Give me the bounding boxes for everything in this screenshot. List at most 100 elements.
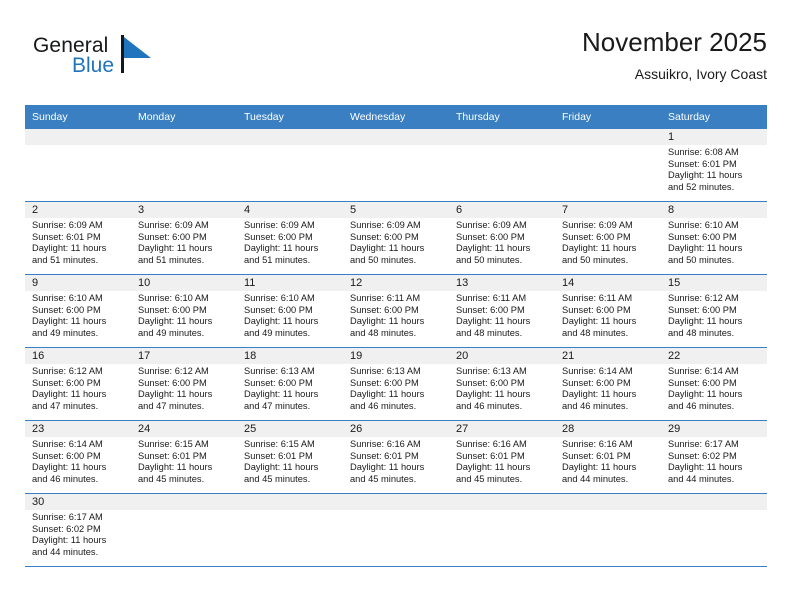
daylight-text-line2: and 46 minutes. [456, 400, 523, 411]
sunrise-text: Sunrise: 6:16 AM [456, 439, 527, 449]
daylight-text-line2: and 50 minutes. [668, 254, 735, 265]
day-number: 23 [25, 421, 131, 437]
cell-inner: 4 Sunrise: 6:09 AM Sunset: 6:00 PM Daylight… [237, 202, 343, 274]
daylight-text-line2: and 48 minutes. [456, 327, 523, 338]
sunrise-text: Sunrise: 6:15 AM [138, 439, 209, 449]
daylight-text-line2: and 51 minutes. [244, 254, 311, 265]
sunrise-text: Sunrise: 6:09 AM [138, 220, 209, 230]
calendar-day-cell[interactable]: 20 Sunrise: 6:13 AM Sunset: 6:00 PM Dayligh… [449, 347, 555, 421]
calendar-day-cell[interactable]: 19 Sunrise: 6:13 AM Sunset: 6:00 PM Dayligh… [343, 347, 449, 421]
cell-inner: 24 Sunrise: 6:15 AM Sunset: 6:01 PM Dayligh… [131, 421, 237, 493]
sunset-text: Sunset: 6:01 PM [244, 450, 313, 461]
cell-inner [237, 494, 343, 566]
cell-inner: 13 Sunrise: 6:11 AM Sunset: 6:00 PM Dayligh… [449, 275, 555, 347]
day-number: 24 [131, 421, 237, 437]
cell-inner [131, 129, 237, 201]
daylight-text-line1: Daylight: 11 hours [244, 243, 319, 254]
daylight-text-line1: Daylight: 11 hours [138, 462, 213, 473]
calendar-day-cell[interactable]: 6 Sunrise: 6:09 AM Sunset: 6:00 PM Daylight… [449, 201, 555, 275]
calendar-day-cell[interactable]: 18 Sunrise: 6:13 AM Sunset: 6:00 PM Dayligh… [237, 347, 343, 421]
calendar-day-cell[interactable]: 28 Sunrise: 6:16 AM Sunset: 6:01 PM Dayligh… [555, 420, 661, 494]
daylight-text-line2: and 50 minutes. [456, 254, 523, 265]
daylight-text-line1: Daylight: 11 hours [138, 316, 213, 327]
calendar-day-cell[interactable]: 5 Sunrise: 6:09 AM Sunset: 6:00 PM Daylight… [343, 201, 449, 275]
daylight-text-line2: and 47 minutes. [32, 400, 99, 411]
sunrise-text: Sunrise: 6:12 AM [32, 366, 103, 376]
sunset-text: Sunset: 6:00 PM [138, 377, 207, 388]
weekday-header-saturday: Saturday [661, 105, 767, 129]
calendar-day-cell[interactable]: 3 Sunrise: 6:09 AM Sunset: 6:00 PM Daylight… [131, 201, 237, 275]
day-details: Sunrise: 6:17 AM Sunset: 6:02 PM Daylight:… [661, 437, 767, 485]
page-subtitle: Assuikro, Ivory Coast [634, 66, 767, 82]
calendar-header-row: Sunday Monday Tuesday Wednesday Thursday Frid… [25, 105, 767, 129]
daylight-text-line2: and 49 minutes. [244, 327, 311, 338]
calendar-day-cell[interactable]: 9 Sunrise: 6:10 AM Sunset: 6:00 PM Daylight… [25, 274, 131, 348]
calendar-day-cell[interactable]: 29 Sunrise: 6:17 AM Sunset: 6:02 PM Dayligh… [661, 420, 767, 494]
calendar-cell-empty [449, 129, 555, 202]
sunset-text: Sunset: 6:00 PM [456, 231, 525, 242]
daylight-text-line1: Daylight: 11 hours [350, 243, 425, 254]
daylight-text-line2: and 51 minutes. [138, 254, 205, 265]
cell-inner: 22 Sunrise: 6:14 AM Sunset: 6:00 PM Dayligh… [661, 348, 767, 420]
calendar-day-cell[interactable]: 14 Sunrise: 6:11 AM Sunset: 6:00 PM Dayligh… [555, 274, 661, 348]
cell-inner: 30 Sunrise: 6:17 AM Sunset: 6:02 PM Dayligh… [25, 494, 131, 566]
calendar-day-cell[interactable]: 25 Sunrise: 6:15 AM Sunset: 6:01 PM Dayligh… [237, 420, 343, 494]
calendar-day-cell[interactable]: 16 Sunrise: 6:12 AM Sunset: 6:00 PM Dayligh… [25, 347, 131, 421]
daylight-text-line2: and 48 minutes. [562, 327, 629, 338]
calendar-day-cell[interactable]: 27 Sunrise: 6:16 AM Sunset: 6:01 PM Dayligh… [449, 420, 555, 494]
day-number: 29 [661, 421, 767, 437]
daylight-text-line2: and 49 minutes. [138, 327, 205, 338]
day-number [449, 494, 555, 510]
day-details: Sunrise: 6:14 AM Sunset: 6:00 PM Daylight:… [555, 364, 661, 412]
cell-inner: 8 Sunrise: 6:10 AM Sunset: 6:00 PM Daylight… [661, 202, 767, 274]
calendar-day-cell[interactable]: 23 Sunrise: 6:14 AM Sunset: 6:00 PM Dayligh… [25, 420, 131, 494]
day-details: Sunrise: 6:10 AM Sunset: 6:00 PM Daylight:… [131, 291, 237, 339]
calendar-day-cell[interactable]: 21 Sunrise: 6:14 AM Sunset: 6:00 PM Dayligh… [555, 347, 661, 421]
calendar-day-cell[interactable]: 15 Sunrise: 6:12 AM Sunset: 6:00 PM Dayligh… [661, 274, 767, 348]
calendar-day-cell[interactable]: 4 Sunrise: 6:09 AM Sunset: 6:00 PM Daylight… [237, 201, 343, 275]
daylight-text-line1: Daylight: 11 hours [668, 389, 743, 400]
cell-inner [661, 494, 767, 566]
calendar-body: 1 Sunrise: 6:08 AM Sunset: 6:01 PM Daylight… [25, 129, 767, 567]
sunset-text: Sunset: 6:00 PM [350, 231, 419, 242]
cell-inner: 5 Sunrise: 6:09 AM Sunset: 6:00 PM Daylight… [343, 202, 449, 274]
calendar-day-cell[interactable]: 2 Sunrise: 6:09 AM Sunset: 6:01 PM Daylight… [25, 201, 131, 275]
cell-inner: 17 Sunrise: 6:12 AM Sunset: 6:00 PM Dayligh… [131, 348, 237, 420]
logo-text-blue: Blue [72, 54, 115, 77]
cell-inner: 15 Sunrise: 6:12 AM Sunset: 6:00 PM Dayligh… [661, 275, 767, 347]
day-number: 15 [661, 275, 767, 291]
general-blue-logo[interactable]: General Blue [33, 34, 203, 90]
calendar-day-cell[interactable]: 7 Sunrise: 6:09 AM Sunset: 6:00 PM Daylight… [555, 201, 661, 275]
daylight-text-line2: and 45 minutes. [456, 473, 523, 484]
calendar-cell-empty [343, 493, 449, 567]
calendar-day-cell[interactable]: 8 Sunrise: 6:10 AM Sunset: 6:00 PM Daylight… [661, 201, 767, 275]
calendar-day-cell[interactable]: 24 Sunrise: 6:15 AM Sunset: 6:01 PM Dayligh… [131, 420, 237, 494]
day-details: Sunrise: 6:14 AM Sunset: 6:00 PM Daylight:… [661, 364, 767, 412]
cell-inner [131, 494, 237, 566]
calendar-day-cell[interactable]: 26 Sunrise: 6:16 AM Sunset: 6:01 PM Dayligh… [343, 420, 449, 494]
day-details: Sunrise: 6:13 AM Sunset: 6:00 PM Daylight:… [343, 364, 449, 412]
day-number: 21 [555, 348, 661, 364]
calendar-day-cell[interactable]: 11 Sunrise: 6:10 AM Sunset: 6:00 PM Dayligh… [237, 274, 343, 348]
calendar-day-cell[interactable]: 10 Sunrise: 6:10 AM Sunset: 6:00 PM Dayligh… [131, 274, 237, 348]
day-details: Sunrise: 6:16 AM Sunset: 6:01 PM Daylight:… [343, 437, 449, 485]
calendar-day-cell[interactable]: 17 Sunrise: 6:12 AM Sunset: 6:00 PM Dayligh… [131, 347, 237, 421]
calendar-day-cell[interactable]: 12 Sunrise: 6:11 AM Sunset: 6:00 PM Dayligh… [343, 274, 449, 348]
day-number [555, 494, 661, 510]
page-header: General Blue November 2025 Assuikro, Ivo… [25, 26, 767, 98]
daylight-text-line2: and 49 minutes. [32, 327, 99, 338]
sunset-text: Sunset: 6:00 PM [562, 377, 631, 388]
daylight-text-line1: Daylight: 11 hours [668, 243, 743, 254]
daylight-text-line1: Daylight: 11 hours [350, 316, 425, 327]
daylight-text-line2: and 46 minutes. [562, 400, 629, 411]
day-number: 13 [449, 275, 555, 291]
cell-inner [343, 129, 449, 201]
calendar-cell-empty [237, 493, 343, 567]
calendar-day-cell[interactable]: 13 Sunrise: 6:11 AM Sunset: 6:00 PM Dayligh… [449, 274, 555, 348]
calendar-day-cell[interactable]: 30 Sunrise: 6:17 AM Sunset: 6:02 PM Dayligh… [25, 493, 131, 567]
cell-inner [555, 129, 661, 201]
sunrise-text: Sunrise: 6:14 AM [32, 439, 103, 449]
calendar-day-cell[interactable]: 1 Sunrise: 6:08 AM Sunset: 6:01 PM Daylight… [661, 129, 767, 202]
page-title: November 2025 [582, 27, 767, 57]
calendar-day-cell[interactable]: 22 Sunrise: 6:14 AM Sunset: 6:00 PM Dayligh… [661, 347, 767, 421]
